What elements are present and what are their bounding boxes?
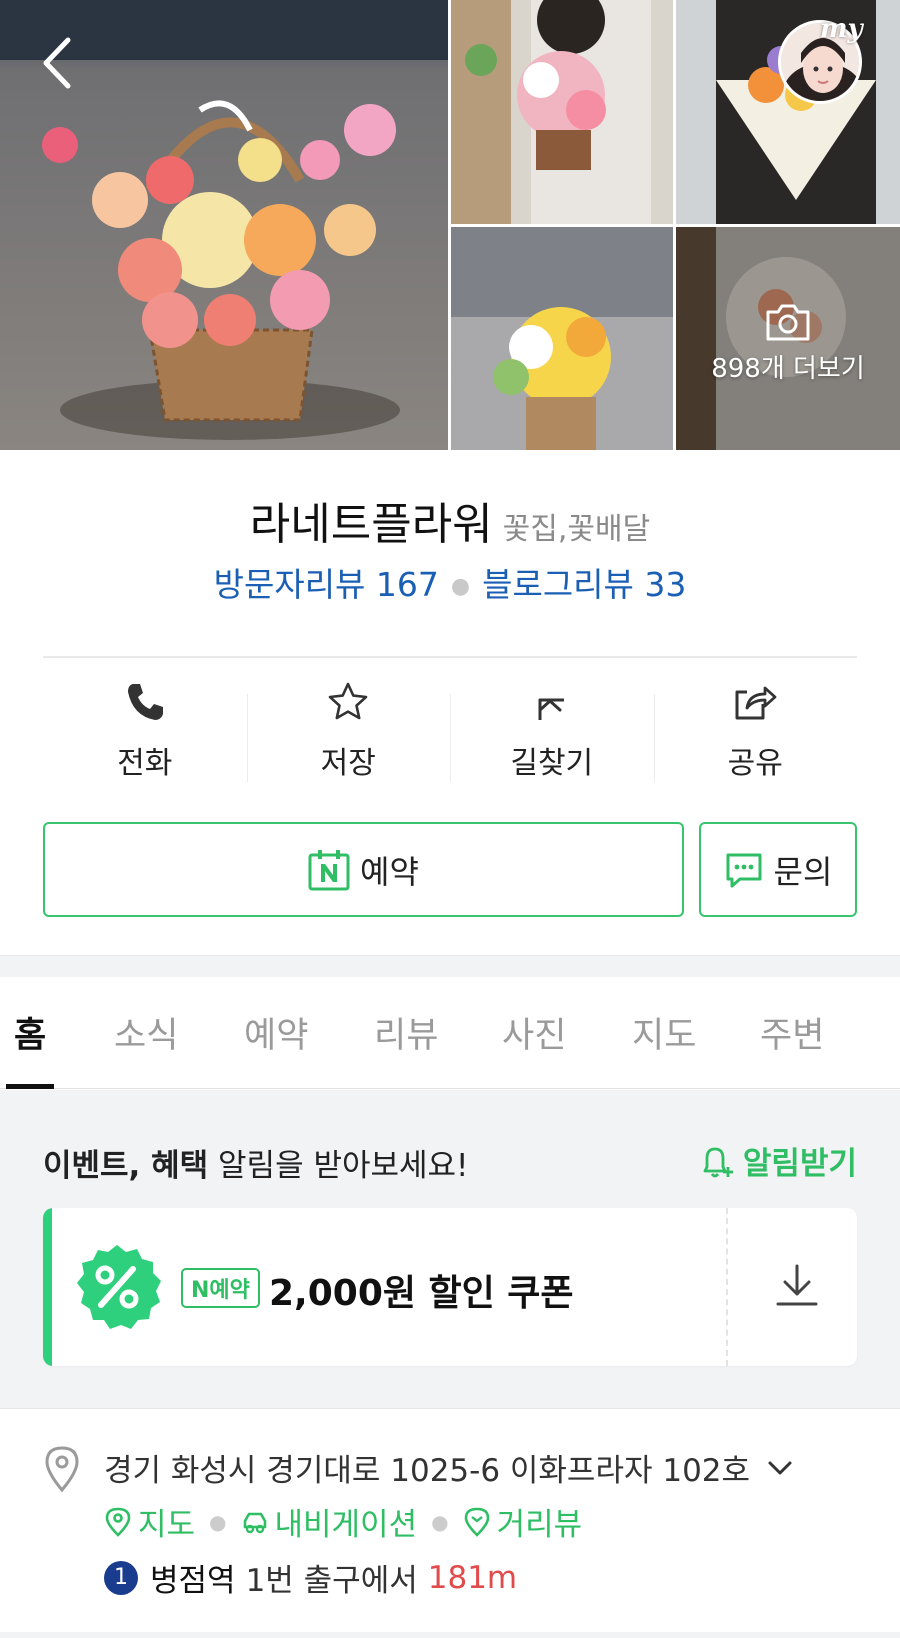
info-section: 경기 화성시 경기대로 1025-6 이화프라자 102호 지도 ● 내비게이션… xyxy=(0,1408,900,1638)
subway-station-row: 1 병점역 1번 출구에서 181m xyxy=(104,1555,517,1600)
tab-map[interactable]: 지도 xyxy=(632,1007,696,1058)
map-link[interactable]: 지도 xyxy=(104,1499,195,1544)
streetview-pin-icon xyxy=(464,1507,489,1537)
directions-button[interactable]: 길찾기 xyxy=(450,680,654,792)
navigation-link[interactable]: 내비게이션 xyxy=(241,1499,418,1544)
event-title-rest: 알림을 받아보세요! xyxy=(208,1148,469,1184)
tab-reviews[interactable]: 리뷰 xyxy=(374,1007,438,1058)
discount-badge-icon xyxy=(77,1245,161,1329)
reserve-label: 예약 xyxy=(360,852,419,891)
back-arrow-icon[interactable] xyxy=(36,34,80,92)
notify-label: 알림받기 xyxy=(742,1146,857,1182)
my-badge: my xyxy=(820,14,863,44)
inquiry-button[interactable]: 문의 xyxy=(699,822,857,917)
notify-button[interactable]: 알림받기 xyxy=(697,1138,857,1183)
address-links: 지도 ● 내비게이션 ● 거리뷰 xyxy=(104,1499,582,1544)
car-icon xyxy=(243,1512,266,1533)
event-title-bold: 이벤트, 혜택 xyxy=(43,1148,209,1184)
download-icon[interactable] xyxy=(770,1260,824,1314)
coupon-divider xyxy=(726,1208,728,1366)
tab-nearby[interactable]: 주변 xyxy=(760,1007,824,1058)
visitor-reviews-link[interactable]: 방문자리뷰 167 xyxy=(214,565,439,604)
map-pin-icon xyxy=(105,1507,131,1537)
coupon-stripe xyxy=(43,1208,52,1366)
location-pin-icon xyxy=(45,1446,79,1493)
event-title: 이벤트, 혜택 알림을 받아보세요! xyxy=(43,1140,468,1185)
star-icon xyxy=(328,682,368,720)
tab-news[interactable]: 소식 xyxy=(114,1007,178,1058)
inquiry-label: 문의 xyxy=(773,852,833,891)
review-links: 방문자리뷰 167 ● 블로그리뷰 33 xyxy=(0,558,900,606)
tab-home[interactable]: 홈 xyxy=(14,1007,46,1058)
more-photos-button[interactable]: 898개 더보기 xyxy=(676,227,900,450)
active-tab-indicator xyxy=(6,1084,54,1089)
more-photos-label: 898개 더보기 xyxy=(711,354,865,384)
streetview-link[interactable]: 거리뷰 xyxy=(463,1499,583,1544)
divider xyxy=(43,656,857,658)
place-name: 라네트플라워 xyxy=(249,499,493,550)
share-button[interactable]: 공유 xyxy=(653,680,858,792)
section-gap xyxy=(0,1632,900,1638)
subway-line-badge: 1 xyxy=(104,1560,138,1595)
thumbnail-photo[interactable] xyxy=(451,0,673,224)
place-category: 꽃집,꽃배달 xyxy=(502,512,651,547)
thumbnail-photo[interactable] xyxy=(451,227,673,450)
streetview-link-label: 거리뷰 xyxy=(496,1507,583,1543)
separator-dot: ● xyxy=(450,574,471,599)
separator-dot: ● xyxy=(209,1509,227,1534)
address-text: 경기 화성시 경기대로 1025-6 이화프라자 102호 xyxy=(104,1453,751,1489)
station-exit: 1번 출구에서 xyxy=(245,1563,418,1599)
camera-icon xyxy=(766,304,810,341)
naver-reservation-badge: N예약 xyxy=(181,1268,260,1308)
station-name: 병점역 xyxy=(150,1563,236,1599)
share-label: 공유 xyxy=(727,746,783,781)
tab-bar: 홈 소식 예약 리뷰 사진 지도 주변 xyxy=(0,977,900,1089)
bell-plus-icon xyxy=(703,1147,733,1177)
naver-calendar-icon xyxy=(308,849,350,890)
directions-label: 길찾기 xyxy=(510,746,594,781)
action-bar: 전화 저장 길찾기 공유 xyxy=(43,680,857,792)
tab-photos[interactable]: 사진 xyxy=(502,1007,566,1058)
event-section: 이벤트, 혜택 알림을 받아보세요! 알림받기 N예약 2,000원 할인 쿠폰 xyxy=(0,1090,900,1408)
blog-reviews-link[interactable]: 블로그리뷰 33 xyxy=(482,565,686,604)
directions-icon xyxy=(538,698,564,720)
reserve-button[interactable]: 예약 xyxy=(43,822,684,917)
chat-icon xyxy=(726,853,762,887)
address-row[interactable]: 경기 화성시 경기대로 1025-6 이화프라자 102호 xyxy=(104,1445,796,1490)
call-label: 전화 xyxy=(117,746,173,781)
coupon-card[interactable]: N예약 2,000원 할인 쿠폰 xyxy=(43,1208,857,1366)
place-title: 라네트플라워 꽃집,꽃배달 xyxy=(0,488,900,552)
chevron-down-icon xyxy=(768,1461,792,1474)
phone-icon xyxy=(127,684,163,720)
call-button[interactable]: 전화 xyxy=(43,680,247,792)
share-icon xyxy=(735,686,777,720)
navigation-link-label: 내비게이션 xyxy=(274,1507,418,1543)
save-button[interactable]: 저장 xyxy=(246,680,451,792)
tab-reservation[interactable]: 예약 xyxy=(244,1007,308,1058)
station-distance: 181m xyxy=(427,1559,518,1596)
map-link-label: 지도 xyxy=(138,1507,196,1543)
separator-dot: ● xyxy=(431,1509,449,1534)
save-label: 저장 xyxy=(320,746,376,781)
coupon-text: 2,000원 할인 쿠폰 xyxy=(269,1273,574,1314)
section-gap xyxy=(0,955,900,977)
